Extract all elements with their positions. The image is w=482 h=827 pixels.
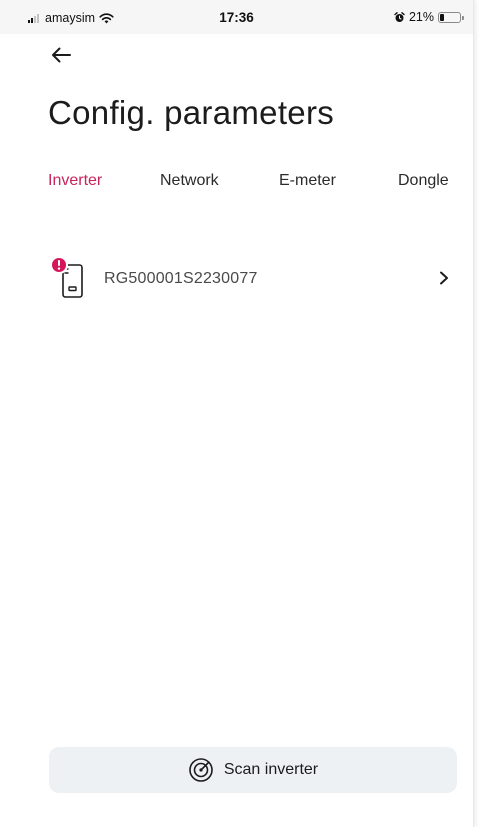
- battery-nub: [462, 15, 464, 20]
- alarm-icon: [394, 11, 405, 22]
- arrow-left-icon: [52, 47, 71, 63]
- status-bar: amaysim 17:36 21%: [0, 0, 473, 34]
- tab-e-meter[interactable]: E-meter: [279, 172, 336, 190]
- status-right: 21%: [394, 10, 464, 24]
- tab-network[interactable]: Network: [160, 172, 219, 190]
- alert-icon: [50, 256, 68, 274]
- tab-inverter[interactable]: Inverter: [48, 172, 102, 190]
- scan-inverter-label: Scan inverter: [223, 761, 319, 778]
- app-screen: amaysim 17:36 21% Config. parameters Inv…: [0, 0, 474, 827]
- inverter-icon: [50, 256, 83, 298]
- battery-fill: [440, 13, 444, 21]
- inverter-serial: RG500001S2230077: [104, 270, 258, 287]
- tab-bar: Inverter Network E-meter Dongle: [0, 172, 473, 194]
- chevron-right-icon: [440, 271, 448, 285]
- radar-scan-icon: [189, 758, 213, 782]
- page-title: Config. parameters: [48, 94, 335, 131]
- tab-dongle[interactable]: Dongle: [398, 172, 449, 190]
- battery-icon: [438, 11, 464, 23]
- inverter-list-item[interactable]: RG500001S2230077: [48, 254, 458, 302]
- scan-inverter-button[interactable]: Scan inverter: [49, 747, 457, 793]
- battery-percent: 21%: [408, 10, 434, 24]
- back-button[interactable]: [50, 42, 76, 68]
